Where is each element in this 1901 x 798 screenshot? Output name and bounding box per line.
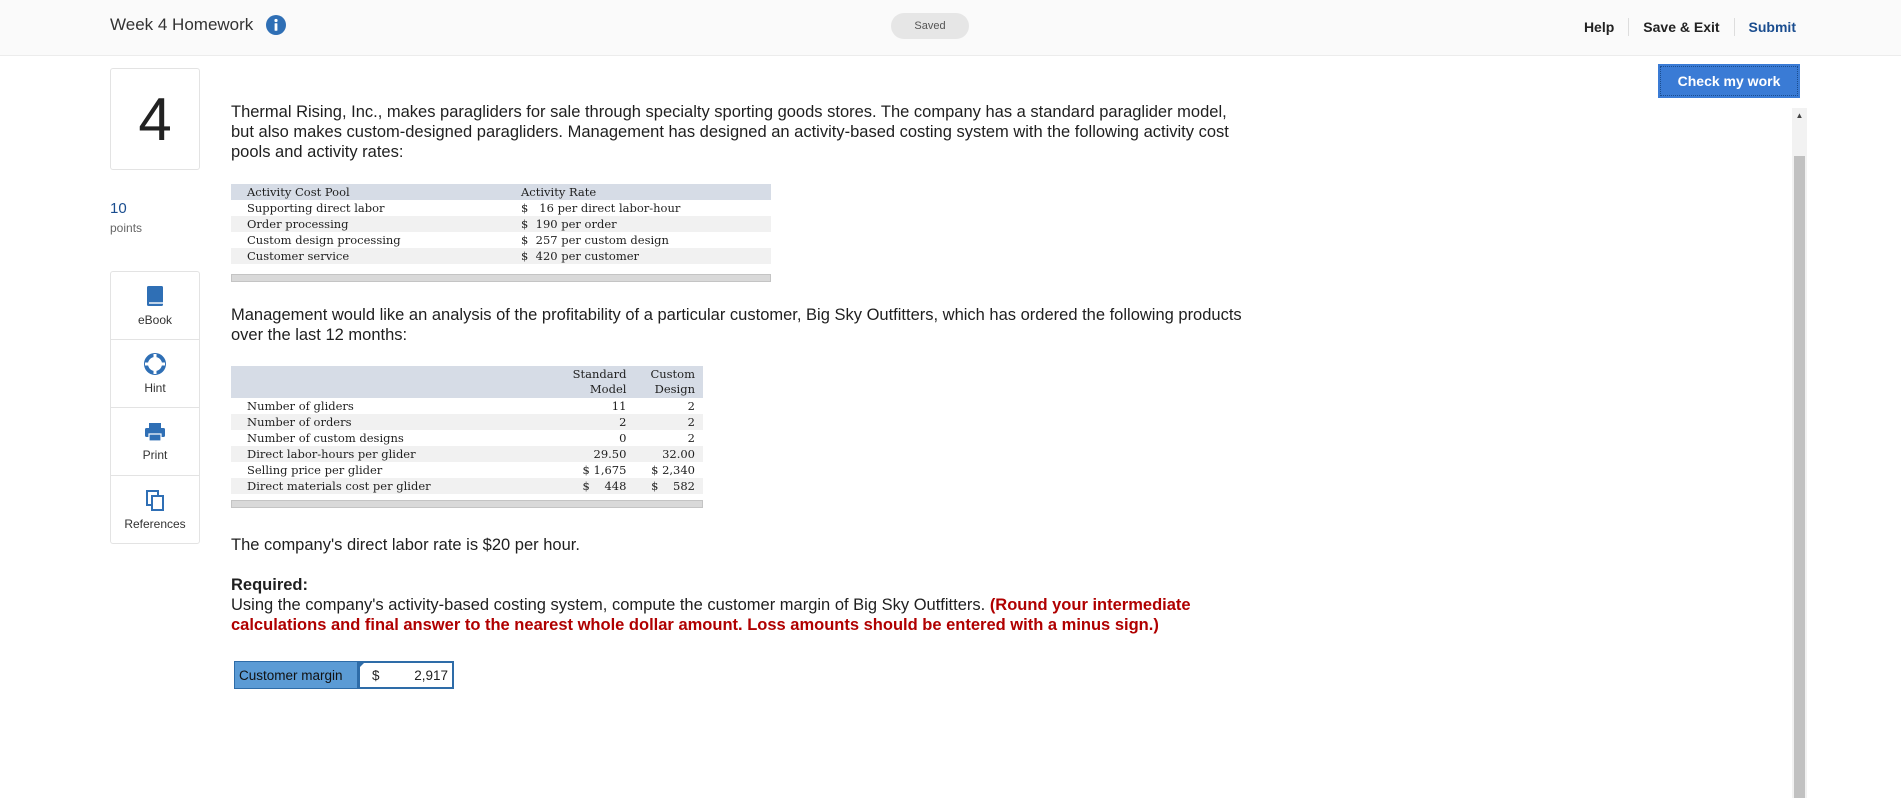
table-cell: 2 [556, 414, 635, 430]
hint-button[interactable]: Hint [111, 340, 199, 408]
table-row: Order processing $ 190 per order [231, 216, 771, 232]
table-row: Direct materials cost per glider $ 448 $… [231, 478, 703, 494]
table-cell: Number of gliders [231, 398, 557, 414]
lifebuoy-icon [144, 352, 166, 375]
table-cell: $ 420 per customer [505, 248, 771, 264]
table-header-row: Activity Cost Pool Activity Rate [231, 184, 771, 200]
table-cell: 32.00 [634, 446, 703, 462]
required-text: Using the company's activity-based costi… [231, 595, 1251, 635]
ebook-label: eBook [137, 312, 173, 327]
table-header-row: Standard Model Custom Design [231, 366, 703, 398]
table-cell: $ 582 [634, 478, 703, 494]
table-row: Custom design processing $ 257 per custo… [231, 232, 771, 248]
book-icon [147, 285, 163, 306]
table-cell: Direct materials cost per glider [231, 478, 557, 494]
table-footer-bar [231, 500, 703, 508]
table-cell: $ 2,340 [634, 462, 703, 478]
top-bar: Week 4 Homework Saved Help Save & Exit S… [0, 0, 1901, 56]
answer-label: Customer margin [234, 661, 358, 689]
currency-symbol: $ [372, 667, 380, 683]
table-header-cell [231, 366, 557, 398]
table-cell: Number of orders [231, 414, 557, 430]
table-cell: Custom design processing [231, 232, 505, 248]
info-icon[interactable] [265, 14, 287, 36]
answer-value: 2,917 [414, 667, 448, 683]
table-footer-bar [231, 274, 771, 282]
assignment-title: Week 4 Homework [110, 15, 254, 34]
table-row: Customer service $ 420 per customer [231, 248, 771, 264]
table-cell: Customer service [231, 248, 505, 264]
submit-link[interactable]: Submit [1735, 19, 1796, 35]
table-cell: Order processing [231, 216, 505, 232]
table-cell: $ 1,675 [556, 462, 635, 478]
ebook-button[interactable]: eBook [111, 272, 199, 340]
table-row: Direct labor-hours per glider 29.50 32.0… [231, 446, 703, 462]
scroll-up-arrow-icon[interactable]: ▲ [1792, 108, 1807, 122]
table-header-cell: Activity Cost Pool [231, 184, 505, 200]
products-data-table: Standard Model Custom Design Number of g… [231, 366, 703, 494]
references-label: References [124, 516, 186, 531]
table-cell: Number of custom designs [231, 430, 557, 446]
activity-rates-table: Activity Cost Pool Activity Rate Support… [231, 184, 771, 282]
table-cell: Supporting direct labor [231, 200, 505, 216]
question-number: 4 [110, 68, 200, 170]
printer-icon [145, 422, 165, 442]
saved-status-badge: Saved [891, 13, 969, 39]
question-tools: eBook Hint Print References [110, 271, 200, 544]
required-section: Required: Using the company's activity-b… [231, 575, 1251, 635]
required-heading: Required: [231, 576, 309, 594]
print-button[interactable]: Print [111, 408, 199, 476]
table-cell: 0 [556, 430, 635, 446]
top-actions: Help Save & Exit Submit [1570, 18, 1796, 36]
customer-margin-answer: Customer margin $ 2,917 [234, 661, 454, 689]
table-row: Supporting direct labor $ 16 per direct … [231, 200, 771, 216]
analysis-paragraph: Management would like an analysis of the… [231, 306, 1242, 344]
table-row: Number of custom designs 0 2 [231, 430, 703, 446]
table-cell: $ 257 per custom design [505, 232, 771, 248]
table-cell: Selling price per glider [231, 462, 557, 478]
customer-margin-input[interactable]: $ 2,917 [358, 661, 454, 689]
table-cell: 29.50 [556, 446, 635, 462]
table-header-cell: Standard Model [556, 366, 635, 398]
table-cell: $ 16 per direct labor-hour [505, 200, 771, 216]
scrollbar-thumb[interactable] [1794, 156, 1805, 798]
table-cell: 2 [634, 414, 703, 430]
table-cell: $ 448 [556, 478, 635, 494]
intro-paragraph: Thermal Rising, Inc., makes paragliders … [231, 103, 1229, 161]
copy-icon [146, 489, 164, 511]
help-link[interactable]: Help [1570, 19, 1628, 35]
table-cell: Direct labor-hours per glider [231, 446, 557, 462]
table-row: Number of gliders 11 2 [231, 398, 703, 414]
table-row: Number of orders 2 2 [231, 414, 703, 430]
table-cell: 11 [556, 398, 635, 414]
table-header-cell: Activity Rate [505, 184, 771, 200]
table-row: Selling price per glider $ 1,675 $ 2,340 [231, 462, 703, 478]
save-exit-link[interactable]: Save & Exit [1629, 19, 1733, 35]
table-header-cell: Custom Design [634, 366, 703, 398]
points-label: points [110, 221, 143, 235]
products-table: Standard Model Custom Design Number of g… [231, 366, 703, 508]
points-value: 10 [110, 200, 127, 217]
labor-rate-paragraph: The company's direct labor rate is $20 p… [231, 536, 580, 554]
rates-table: Activity Cost Pool Activity Rate Support… [231, 184, 771, 264]
check-my-work-button[interactable]: Check my work [1658, 64, 1800, 98]
table-cell: 2 [634, 398, 703, 414]
required-instruction: Using the company's activity-based costi… [231, 596, 986, 614]
hint-label: Hint [144, 380, 166, 395]
table-cell: $ 190 per order [505, 216, 771, 232]
scrollbar[interactable]: ▲ [1792, 108, 1807, 798]
table-cell: 2 [634, 430, 703, 446]
print-label: Print [142, 447, 168, 462]
references-button[interactable]: References [111, 476, 199, 543]
